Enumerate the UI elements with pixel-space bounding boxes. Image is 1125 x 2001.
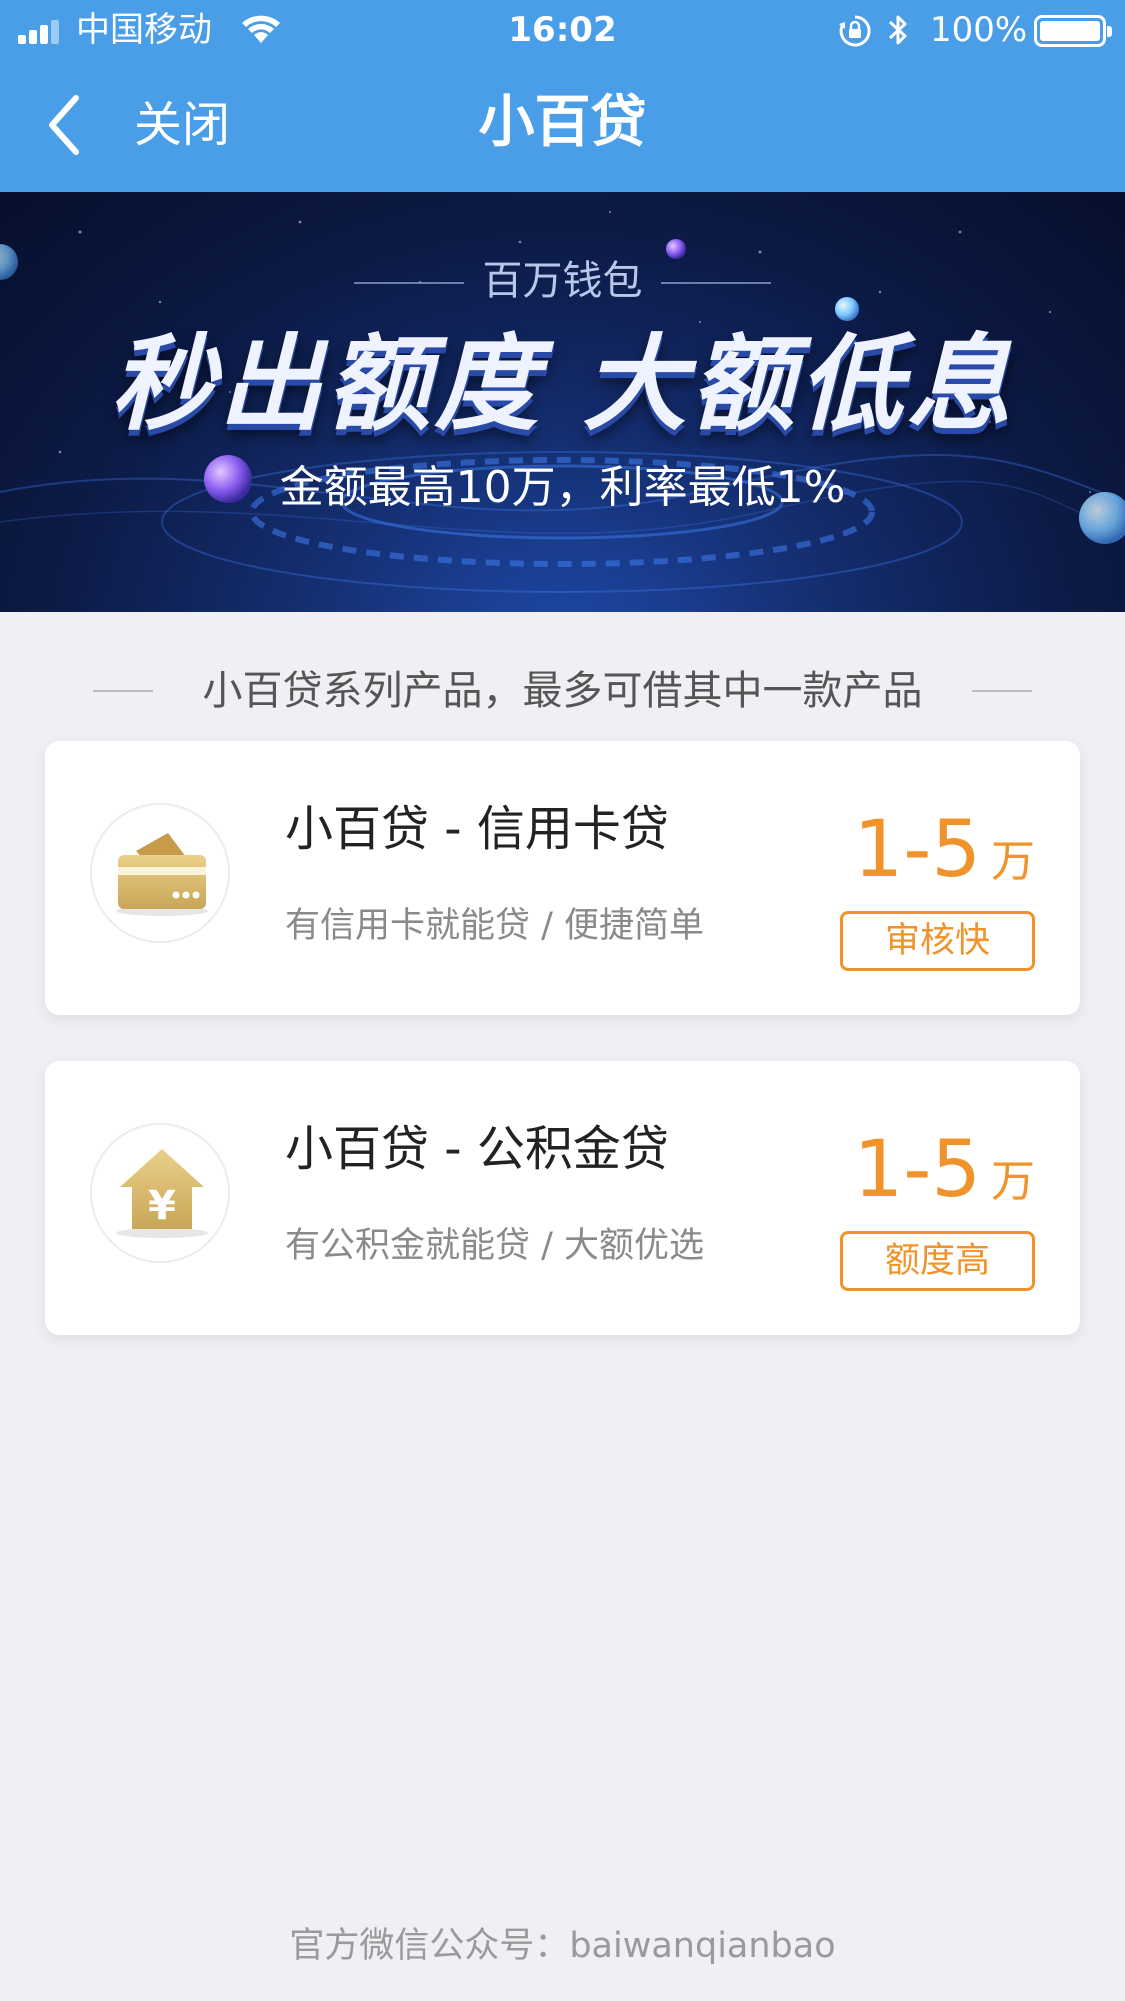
product-description: 有信用卡就能贷 / 便捷简单 — [285, 906, 705, 946]
amount-range: 1-5 — [853, 1125, 981, 1215]
product-card-credit-card-loan[interactable]: 小百贷 - 信用卡贷 有信用卡就能贷 / 便捷简单 1-5 万 审核快 — [45, 741, 1080, 1015]
house-yuan-icon: ¥ — [90, 1123, 230, 1263]
nav-bar: 关闭 小百贷 — [0, 60, 1125, 192]
battery-percent: 100% — [930, 10, 1028, 50]
product-tag: 审核快 — [840, 911, 1035, 971]
section-divider-right — [972, 690, 1032, 692]
top-bar: 中国移动 16:02 100% 关闭 小百贷 — [0, 0, 1125, 192]
product-name: 小百贷 - 公积金贷 — [285, 1121, 669, 1177]
amount-unit: 万 — [991, 1156, 1035, 1207]
amount-unit: 万 — [991, 836, 1035, 887]
product-tag: 额度高 — [840, 1231, 1035, 1291]
banner-subtitle-line-right — [661, 282, 771, 284]
svg-text:¥: ¥ — [148, 1183, 176, 1229]
bluetooth-icon — [888, 15, 907, 45]
product-description: 有公积金就能贷 / 大额优选 — [285, 1226, 705, 1266]
status-bar: 中国移动 16:02 100% — [0, 0, 1125, 60]
banner-subtitle: 百万钱包 — [482, 258, 643, 304]
product-amount: 1-5 万 — [854, 805, 1035, 907]
banner-description: 金额最高10万，利率最低1% — [279, 462, 846, 513]
product-card-housing-fund-loan[interactable]: ¥ 小百贷 - 公积金贷 有公积金就能贷 / 大额优选 1-5 万 额度高 — [45, 1061, 1080, 1335]
footer-wechat-account: 官方微信公众号：baiwanqianbao — [289, 1926, 836, 1966]
promo-banner[interactable]: 百万钱包 秒出额度 大额低息 金额最高10万，利率最低1% — [0, 192, 1125, 612]
rotation-lock-icon — [839, 15, 871, 47]
credit-card-icon — [90, 803, 230, 943]
product-name: 小百贷 - 信用卡贷 — [285, 801, 669, 857]
page-title: 小百贷 — [478, 90, 647, 155]
amount-range: 1-5 — [853, 805, 981, 895]
section-title: 小百贷系列产品，最多可借其中一款产品 — [202, 668, 923, 714]
product-amount: 1-5 万 — [854, 1125, 1035, 1227]
banner-headline: 秒出额度 大额低息 — [110, 323, 1015, 445]
battery-icon — [1034, 15, 1112, 47]
